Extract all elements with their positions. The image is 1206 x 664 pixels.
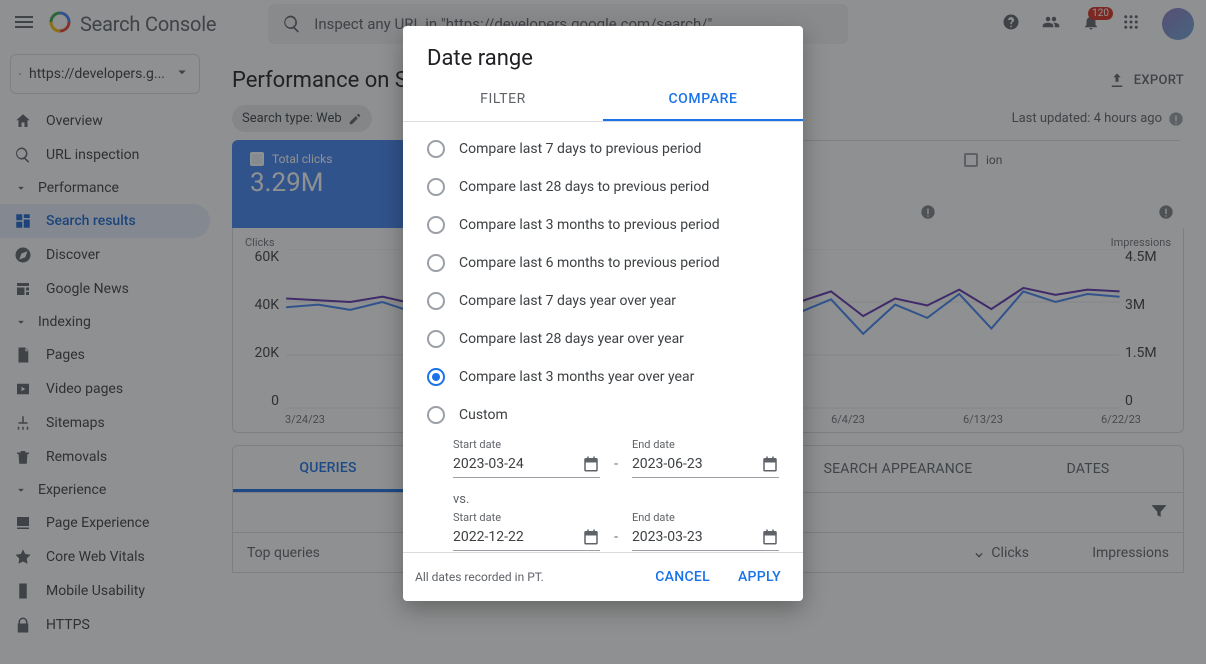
date-value: 2023-06-23: [632, 456, 703, 472]
dialog-footnote: All dates recorded in PT.: [415, 570, 544, 584]
cancel-button[interactable]: CANCEL: [645, 563, 720, 591]
compare-option-0[interactable]: Compare last 7 days to previous period: [403, 130, 803, 168]
date-field-label: End date: [632, 438, 779, 451]
radio-icon: [427, 216, 445, 234]
compare-option-1[interactable]: Compare last 28 days to previous period: [403, 168, 803, 206]
calendar-icon: [761, 455, 779, 473]
radio-icon: [427, 178, 445, 196]
date-value: 2022-12-22: [453, 529, 524, 545]
radio-icon: [427, 292, 445, 310]
dialog-title: Date range: [403, 26, 803, 79]
compare-option-3[interactable]: Compare last 6 months to previous period: [403, 244, 803, 282]
radio-label: Compare last 3 months year over year: [459, 369, 694, 385]
apply-button[interactable]: APPLY: [728, 563, 791, 591]
date-field-label: Start date: [453, 438, 600, 451]
radio-label: Compare last 6 months to previous period: [459, 255, 720, 271]
compare-option-5[interactable]: Compare last 28 days year over year: [403, 320, 803, 358]
compare-option-6[interactable]: Compare last 3 months year over year: [403, 358, 803, 396]
end-date-2[interactable]: End date 2023-03-23: [632, 511, 779, 551]
vs-label: vs.: [403, 482, 803, 507]
radio-label: Compare last 3 months to previous period: [459, 217, 720, 233]
dash: -: [610, 456, 622, 478]
calendar-icon: [582, 528, 600, 546]
dash: -: [610, 529, 622, 551]
radio-label: Compare last 28 days to previous period: [459, 179, 709, 195]
radio-icon: [427, 140, 445, 158]
dialog-tab-filter[interactable]: FILTER: [403, 79, 603, 121]
radio-icon: [427, 368, 445, 386]
radio-label: Custom: [459, 407, 508, 423]
start-date-2[interactable]: Start date 2022-12-22: [453, 511, 600, 551]
calendar-icon: [761, 528, 779, 546]
date-range-dialog: Date range FILTER COMPARE Compare last 7…: [403, 26, 803, 601]
radio-icon: [427, 406, 445, 424]
date-field-label: End date: [632, 511, 779, 524]
dialog-tab-compare[interactable]: COMPARE: [603, 79, 803, 121]
compare-option-2[interactable]: Compare last 3 months to previous period: [403, 206, 803, 244]
compare-option-4[interactable]: Compare last 7 days year over year: [403, 282, 803, 320]
radio-icon: [427, 254, 445, 272]
radio-label: Compare last 7 days to previous period: [459, 141, 701, 157]
radio-label: Compare last 7 days year over year: [459, 293, 676, 309]
radio-icon: [427, 330, 445, 348]
calendar-icon: [582, 455, 600, 473]
end-date-1[interactable]: End date 2023-06-23: [632, 438, 779, 478]
date-value: 2023-03-23: [632, 529, 703, 545]
start-date-1[interactable]: Start date 2023-03-24: [453, 438, 600, 478]
radio-label: Compare last 28 days year over year: [459, 331, 684, 347]
date-value: 2023-03-24: [453, 456, 524, 472]
compare-option-7[interactable]: Custom: [403, 396, 803, 434]
date-field-label: Start date: [453, 511, 600, 524]
